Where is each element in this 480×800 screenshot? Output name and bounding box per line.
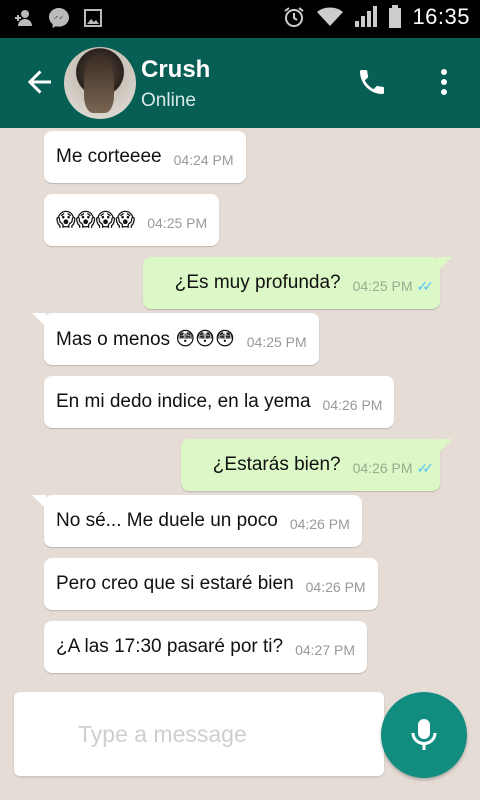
message-input[interactable]	[78, 716, 368, 752]
contact-status: Online	[141, 90, 196, 111]
message-bubble-incoming[interactable]: ¿A las 17:30 pasaré por ti? 04:27 PM	[44, 621, 368, 673]
message-bubble-outgoing[interactable]: ¿Es muy profunda? 04:25 PM ✓✓	[142, 257, 453, 309]
message-time: 04:25 PM	[352, 278, 413, 294]
contact-avatar[interactable]	[64, 47, 136, 119]
message-time: 04:25 PM	[147, 215, 208, 231]
message-bubble-incoming[interactable]: 😱😱😱😱 04:25 PM	[44, 194, 220, 246]
wifi-icon	[316, 6, 344, 28]
image-icon	[84, 9, 102, 27]
more-options-button[interactable]	[432, 66, 456, 98]
message-bubble-incoming[interactable]: Pero creo que si estaré bien 04:26 PM	[44, 558, 378, 610]
read-ticks-icon: ✓✓	[416, 277, 435, 294]
alarm-icon	[282, 5, 306, 29]
message-bubble-incoming[interactable]: Me corteeee 04:24 PM	[44, 131, 246, 183]
arrow-left-icon	[27, 70, 51, 94]
message-text: Mas o menos 😳😳😳	[56, 328, 235, 350]
message-text: No sé... Me duele un poco	[56, 510, 278, 531]
user-add-icon	[14, 8, 34, 28]
message-text: Pero creo que si estaré bien	[56, 573, 294, 594]
message-time: 04:26 PM	[322, 397, 383, 413]
battery-icon	[388, 5, 402, 29]
messenger-icon	[48, 7, 70, 29]
message-time: 04:24 PM	[173, 152, 234, 168]
read-ticks-icon: ✓✓	[416, 459, 435, 476]
microphone-icon	[411, 719, 437, 750]
message-bubble-outgoing[interactable]: ¿Estarás bien? 04:26 PM ✓✓	[180, 439, 453, 491]
message-time: 04:25 PM	[246, 334, 307, 350]
message-text: Me corteeee	[56, 146, 162, 167]
chat-header: Crush Online	[0, 38, 480, 128]
message-text: 😱😱😱😱	[56, 209, 136, 231]
contact-name[interactable]: Crush	[141, 56, 210, 84]
status-bar: 16:35	[0, 0, 480, 38]
back-button[interactable]	[24, 66, 56, 98]
message-time: 04:27 PM	[295, 642, 356, 658]
message-time: 04:26 PM	[352, 460, 413, 476]
message-text: ¿Es muy profunda?	[174, 272, 341, 293]
message-text: ¿Estarás bien?	[212, 454, 341, 475]
message-bubble-incoming[interactable]: No sé... Me duele un poco 04:26 PM	[32, 495, 362, 547]
status-time: 16:35	[412, 4, 470, 29]
message-time: 04:26 PM	[305, 579, 366, 595]
message-bubble-incoming[interactable]: En mi dedo indice, en la yema 04:26 PM	[44, 376, 395, 428]
message-text: En mi dedo indice, en la yema	[56, 391, 311, 412]
message-bubble-incoming[interactable]: Mas o menos 😳😳😳 04:25 PM	[32, 313, 319, 365]
voice-record-button[interactable]	[381, 692, 467, 778]
phone-icon	[360, 70, 384, 94]
more-vert-icon	[441, 69, 447, 95]
call-button[interactable]	[356, 66, 388, 98]
message-composer	[14, 692, 384, 776]
signal-icon	[354, 6, 378, 28]
message-time: 04:26 PM	[289, 516, 350, 532]
message-text: ¿A las 17:30 pasaré por ti?	[56, 636, 284, 657]
